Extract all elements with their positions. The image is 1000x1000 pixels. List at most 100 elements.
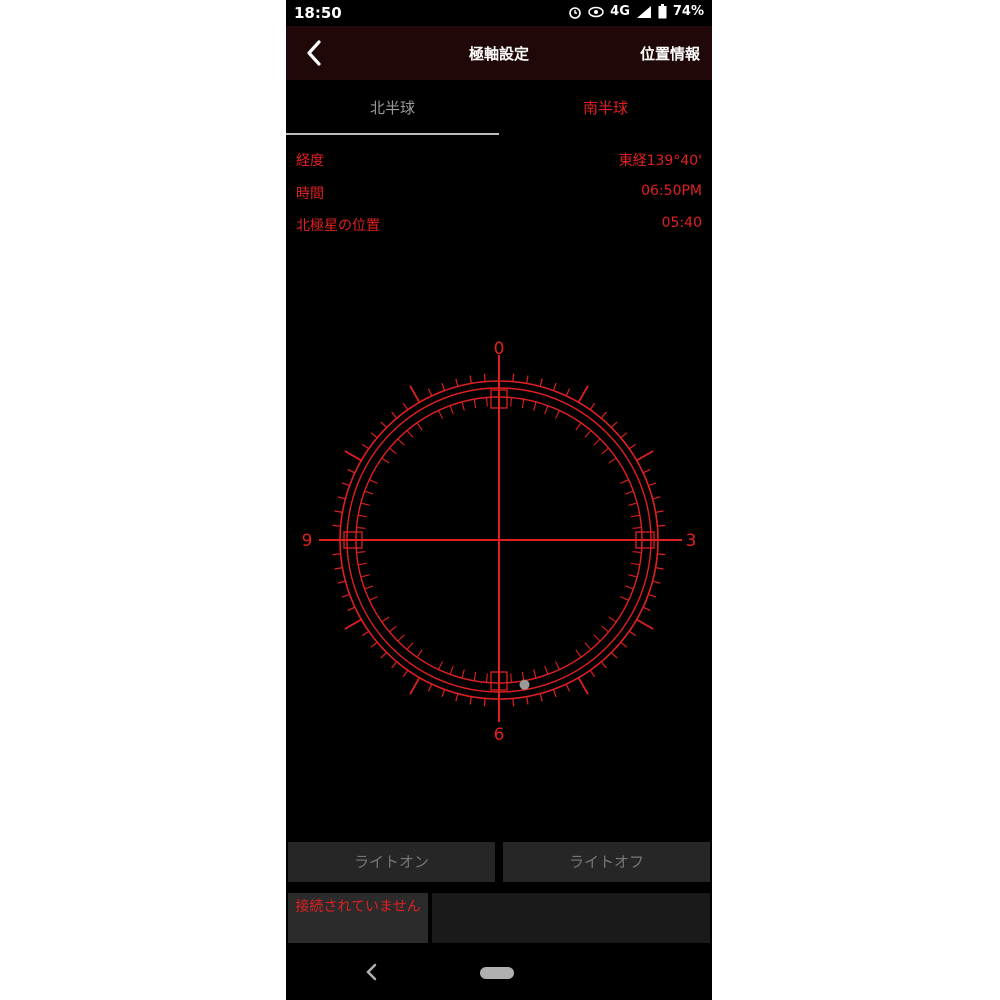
dial-inner-tick [620, 596, 629, 601]
dial-tick [341, 593, 350, 598]
dial-tick [380, 652, 387, 659]
dial-tick [620, 641, 628, 648]
dial-tick [539, 693, 543, 702]
dial-tick [657, 553, 666, 556]
dial-inner-tick [555, 661, 560, 670]
dial-tick [402, 402, 409, 411]
dial-tick [577, 385, 589, 403]
dial-inner-tick [593, 634, 601, 642]
dial-tick [589, 669, 596, 678]
dial-tick [391, 411, 398, 419]
status-time: 18:50 [294, 4, 342, 22]
nav-home-pill[interactable] [480, 967, 514, 979]
dial-tick [370, 432, 378, 439]
dial-tick [337, 496, 346, 500]
dial-label-6: 6 [494, 725, 505, 745]
dial-inner-tick [364, 585, 374, 590]
dial-tick [409, 385, 421, 403]
dial-inner-tick [608, 457, 617, 464]
dial-tick [611, 652, 618, 659]
dial-inner-tick [406, 430, 414, 438]
dial-tick [409, 677, 421, 695]
dial-tick [526, 375, 529, 384]
dial-inner-tick [624, 585, 634, 590]
dial-inner-tick [449, 405, 454, 415]
dial-tick [552, 689, 557, 698]
light-off-button[interactable]: ライトオフ [503, 842, 710, 882]
dial-tick [642, 468, 651, 474]
dial-inner-tick [358, 514, 368, 518]
dial-tick [620, 432, 628, 439]
dial-tick [577, 677, 589, 695]
dial-inner-tick [438, 410, 443, 419]
dial-tick [657, 524, 666, 527]
dial-inner-tick [628, 574, 638, 578]
dial-inner-tick [533, 401, 537, 411]
dial-tick [483, 373, 486, 382]
dial-inner-tick [575, 422, 582, 431]
dial-inner-tick [584, 642, 592, 650]
dial-tick [469, 375, 472, 384]
dial-tick [636, 450, 654, 462]
dial-tick [655, 567, 664, 570]
dial-tick [526, 696, 529, 705]
dial-tick [361, 443, 370, 450]
dial-inner-tick [575, 649, 582, 658]
dial-tick [332, 553, 341, 556]
dial-inner-tick [356, 526, 366, 529]
app-header: 極軸設定 位置情報 [286, 26, 712, 80]
dial-tick [648, 593, 657, 598]
light-on-button[interactable]: ライトオン [288, 842, 495, 882]
dial-inner-tick [397, 634, 405, 642]
dial-tick [600, 411, 607, 419]
dial-inner-tick [544, 405, 549, 415]
dial-tick [341, 482, 350, 487]
dial-inner-tick [416, 422, 423, 431]
signal-icon [636, 5, 651, 18]
polar-scope-dial: 0 3 6 9 [302, 339, 697, 745]
dial-tick [441, 689, 446, 698]
dial-tick [441, 382, 446, 391]
location-info-button[interactable]: 位置情報 [640, 43, 700, 64]
dial-tick [628, 443, 637, 450]
dial-inner-tick [360, 574, 370, 578]
dial-tick [347, 468, 356, 474]
hemisphere-tabs: 北半球 南半球 [286, 80, 712, 136]
tab-indicator [286, 133, 499, 135]
dial-inner-tick [630, 562, 640, 566]
alarm-icon [569, 6, 581, 19]
dial-inner-tick [381, 457, 390, 464]
dial-tick [391, 661, 398, 669]
dial-tick [512, 373, 515, 382]
dial-inner-tick [369, 479, 378, 484]
dial-tick [370, 641, 378, 648]
dial-tick [332, 524, 341, 527]
dial-inner-tick [461, 401, 465, 411]
dial-inner-tick [416, 649, 423, 658]
dial-tick [455, 693, 459, 702]
connection-status: 接続されていません [288, 893, 428, 943]
dial-inner-tick [632, 551, 642, 554]
dial-label-0: 0 [494, 339, 505, 359]
status-bar: 18:50 4G 74% [286, 0, 712, 26]
dial-tick [565, 388, 571, 397]
dial-tick [344, 450, 362, 462]
dial-tick [361, 630, 370, 637]
dial-tick [648, 482, 657, 487]
dial-inner-tick [620, 479, 629, 484]
tab-northern-hemisphere[interactable]: 北半球 [286, 80, 499, 136]
dial-inner-tick [521, 671, 525, 681]
dial-tick [380, 421, 387, 428]
dial-label-9: 9 [302, 531, 313, 551]
phone-screen: 18:50 4G 74% 極軸設定 位置情報 北半球 南半球 経度 東経139°… [286, 0, 712, 1000]
dial-inner-tick [449, 665, 454, 675]
dial-inner-tick [397, 438, 405, 446]
dial-tick [344, 618, 362, 630]
dial-tick [512, 698, 515, 707]
dial-inner-tick [389, 625, 397, 633]
tab-southern-hemisphere[interactable]: 南半球 [499, 80, 712, 136]
dial-inner-tick [360, 502, 370, 506]
nav-back-icon[interactable] [364, 963, 378, 981]
dial-tick [469, 696, 472, 705]
dial-inner-tick [624, 490, 634, 495]
